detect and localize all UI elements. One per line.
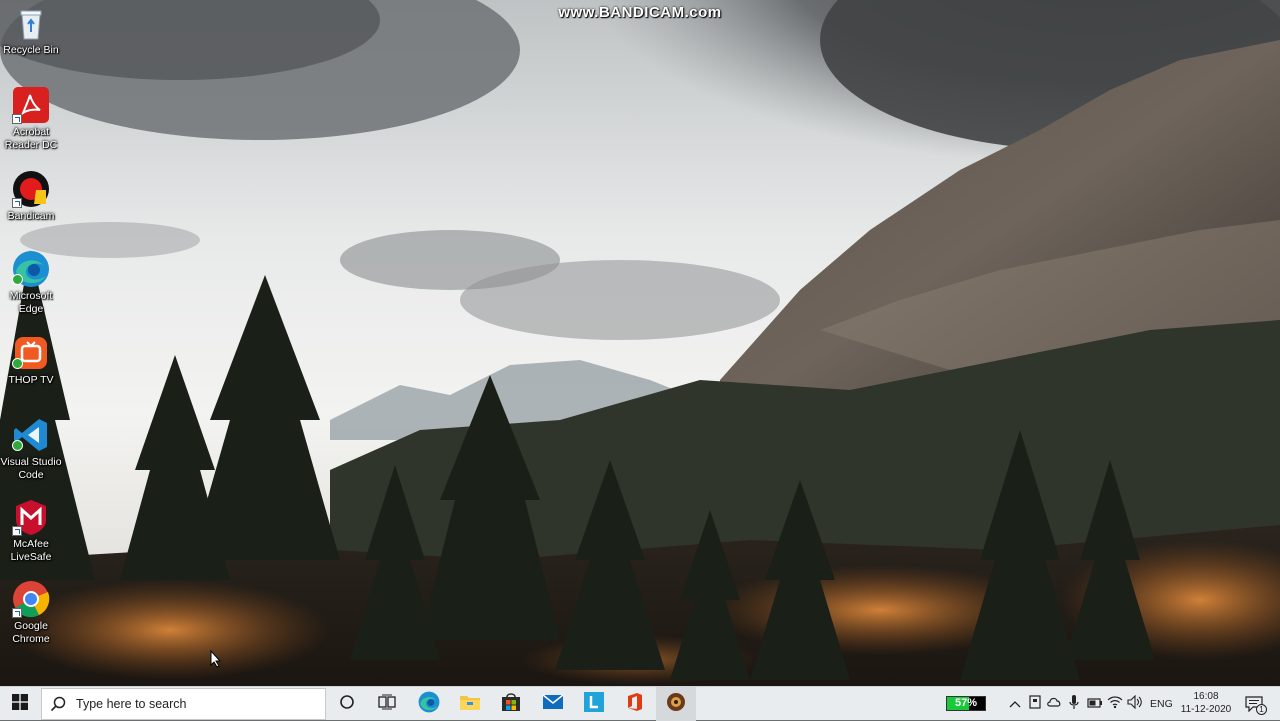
- volume-button[interactable]: [1126, 694, 1144, 714]
- file-explorer-icon: [459, 692, 481, 717]
- wifi-icon: [1107, 695, 1123, 714]
- desktop-icon-label: Acrobat Reader DC: [4, 126, 58, 151]
- desktop-icon-chrome[interactable]: Google Chrome: [0, 580, 62, 646]
- device-icon: [1028, 694, 1042, 714]
- wifi-button[interactable]: [1106, 695, 1124, 713]
- taskbar-office-button[interactable]: [615, 687, 655, 721]
- office-icon: [626, 692, 644, 717]
- microsoft-store-icon: [501, 692, 521, 717]
- notification-count-badge: 1: [1256, 704, 1267, 715]
- speaker-icon: [1127, 694, 1143, 714]
- taskbar-store-button[interactable]: [491, 687, 531, 721]
- cortana-button[interactable]: [327, 687, 367, 721]
- acrobat-reader-icon: [12, 86, 50, 124]
- microphone-button[interactable]: [1065, 694, 1083, 715]
- taskbar-bandicam-button[interactable]: [656, 687, 696, 721]
- clock-time: 16:08: [1193, 691, 1219, 702]
- onedrive-button[interactable]: [1045, 695, 1063, 713]
- shortcut-arrow-icon: [12, 198, 22, 208]
- thop-tv-icon: [12, 334, 50, 372]
- cortana-icon: [339, 694, 355, 715]
- taskbar-l-app-button[interactable]: [574, 687, 614, 721]
- desktop-icon-label: Visual Studio Code: [0, 456, 62, 481]
- task-view-icon: [378, 694, 396, 715]
- microphone-icon: [1068, 694, 1080, 715]
- bandicam-watermark: www.BANDICAM.com: [558, 4, 722, 21]
- desktop-icon-vscode[interactable]: Visual Studio Code: [0, 416, 62, 482]
- sync-check-icon: [12, 440, 23, 451]
- shortcut-arrow-icon: [12, 114, 22, 124]
- taskbar-file-explorer-button[interactable]: [450, 687, 490, 721]
- start-button[interactable]: [0, 687, 40, 721]
- desktop-icon-label: Recycle Bin: [3, 44, 59, 56]
- desktop-icon-bandicam[interactable]: Bandicam: [0, 170, 62, 223]
- mail-icon: [542, 693, 564, 715]
- mouse-cursor-icon: [210, 649, 222, 673]
- clock-date: 11-12-2020: [1180, 704, 1232, 715]
- sync-check-icon: [12, 358, 23, 369]
- vscode-icon: [12, 416, 50, 454]
- bandicam-icon: [666, 692, 686, 717]
- action-center-button[interactable]: 1: [1240, 693, 1268, 715]
- show-hidden-icons-button[interactable]: [1006, 695, 1024, 713]
- edge-icon: [418, 691, 440, 718]
- desktop-icon-label: Bandicam: [7, 210, 55, 222]
- task-view-button[interactable]: [367, 687, 407, 721]
- taskbar-search-box[interactable]: [41, 688, 326, 720]
- search-input[interactable]: [74, 696, 318, 712]
- desktop-icon-label: THOP TV: [8, 374, 54, 386]
- chrome-icon: [12, 580, 50, 618]
- desktop-icon-edge[interactable]: Microsoft Edge: [0, 250, 62, 316]
- desktop-icon-label: Microsoft Edge: [9, 290, 53, 315]
- bandicam-icon: [12, 170, 50, 208]
- taskbar: 57% ENG 16:08 11-12-: [0, 686, 1280, 721]
- sync-check-icon: [12, 274, 23, 285]
- desktop-wallpaper: [0, 0, 1280, 686]
- desktop-icon-mcafee[interactable]: McAfee LiveSafe: [0, 498, 62, 564]
- windows-logo-icon: [12, 693, 28, 715]
- input-language-indicator[interactable]: ENG: [1150, 698, 1173, 710]
- shortcut-arrow-icon: [12, 608, 22, 618]
- battery-percent-label: 57%: [954, 697, 978, 709]
- taskbar-mail-button[interactable]: [533, 687, 573, 721]
- recycle-bin-icon: [12, 4, 50, 42]
- onedrive-cloud-icon: [1046, 695, 1062, 713]
- tray-device-button[interactable]: [1026, 694, 1044, 714]
- desktop-icon-recycle-bin[interactable]: Recycle Bin: [0, 4, 62, 57]
- battery-icon: [1087, 695, 1103, 713]
- l-app-icon: [584, 691, 604, 717]
- desktop-icon-thop-tv[interactable]: THOP TV: [0, 334, 62, 387]
- chevron-up-icon: [1009, 695, 1021, 713]
- edge-icon: [12, 250, 50, 288]
- search-icon: [42, 696, 74, 712]
- shortcut-arrow-icon: [12, 526, 22, 536]
- taskbar-edge-button[interactable]: [409, 687, 449, 721]
- taskbar-clock[interactable]: 16:08 11-12-2020: [1178, 690, 1234, 716]
- mcafee-icon: [12, 498, 50, 536]
- desktop-icon-acrobat-reader[interactable]: Acrobat Reader DC: [0, 86, 62, 152]
- battery-status-button[interactable]: [1086, 695, 1104, 713]
- desktop-icon-label: Google Chrome: [12, 620, 50, 645]
- notification-icon: 1: [1245, 696, 1267, 715]
- battery-meter-widget[interactable]: 57%: [946, 696, 986, 711]
- desktop-icon-label: McAfee LiveSafe: [10, 538, 52, 563]
